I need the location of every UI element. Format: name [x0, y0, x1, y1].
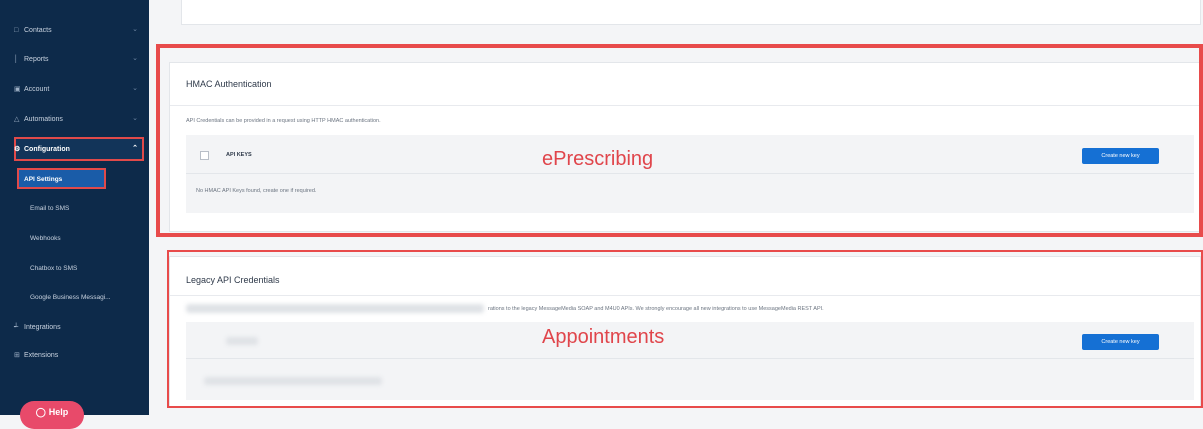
chevron-up-icon: ⌃	[132, 145, 138, 152]
annotation-box-hmac	[156, 44, 1203, 237]
sidebar-item-label: Automations	[24, 115, 63, 123]
help-button[interactable]: ◯ Help	[20, 401, 84, 429]
help-icon: ◯	[35, 407, 46, 417]
annotation-box-legacy	[167, 250, 1203, 408]
reports-icon: │	[14, 55, 19, 63]
main-content: HMAC Authentication API Credentials can …	[149, 0, 1203, 415]
sidebar-subitem-google-business[interactable]: Google Business Messagi...	[30, 288, 111, 306]
sidebar-subitem-email-to-sms[interactable]: Email to SMS	[30, 199, 69, 217]
previous-card	[181, 0, 1201, 25]
sidebar-subitem-webhooks[interactable]: Webhooks	[30, 229, 61, 247]
automations-icon: △	[14, 116, 20, 123]
sidebar-subitem-api-settings[interactable]: API Settings	[24, 170, 62, 188]
account-icon: ▣	[14, 86, 21, 93]
sidebar-item-label: Configuration	[24, 145, 70, 153]
chevron-down-icon: ⌄	[132, 26, 138, 33]
chevron-down-icon: ⌄	[132, 55, 138, 62]
gear-icon: ⚙	[14, 146, 21, 153]
sidebar-item-extensions[interactable]: ⊞ Extensions	[14, 344, 142, 366]
sidebar-item-label: Contacts	[24, 26, 52, 34]
sidebar-item-label: Integrations	[24, 323, 61, 331]
annotation-eprescribing: ePrescribing	[542, 148, 654, 170]
sidebar-item-account[interactable]: ▣ Account ⌄	[14, 78, 142, 100]
integrations-icon: ┵	[14, 324, 19, 331]
contacts-icon: □	[14, 26, 19, 34]
help-label: Help	[48, 407, 69, 417]
sidebar-item-configuration[interactable]: ⚙ Configuration ⌃	[14, 138, 142, 160]
chevron-down-icon: ⌄	[132, 115, 138, 122]
extensions-icon: ⊞	[14, 352, 20, 359]
chevron-down-icon: ⌄	[132, 85, 138, 92]
sidebar-item-label: Extensions	[24, 351, 59, 359]
sidebar-item-label: Account	[24, 85, 50, 93]
sidebar-item-reports[interactable]: │ Reports ⌄	[14, 48, 142, 70]
annotation-appointments: Appointments	[542, 326, 665, 348]
sidebar-item-contacts[interactable]: □ Contacts ⌄	[14, 19, 142, 41]
sidebar-item-label: Reports	[24, 55, 49, 63]
sidebar-subitem-chatbox-to-sms[interactable]: Chatbox to SMS	[30, 259, 77, 277]
sidebar: □ Contacts ⌄ │ Reports ⌄ ▣ Account ⌄ △ A…	[0, 0, 149, 429]
sidebar-item-integrations[interactable]: ┵ Integrations	[14, 316, 142, 338]
sidebar-item-automations[interactable]: △ Automations ⌄	[14, 108, 142, 130]
